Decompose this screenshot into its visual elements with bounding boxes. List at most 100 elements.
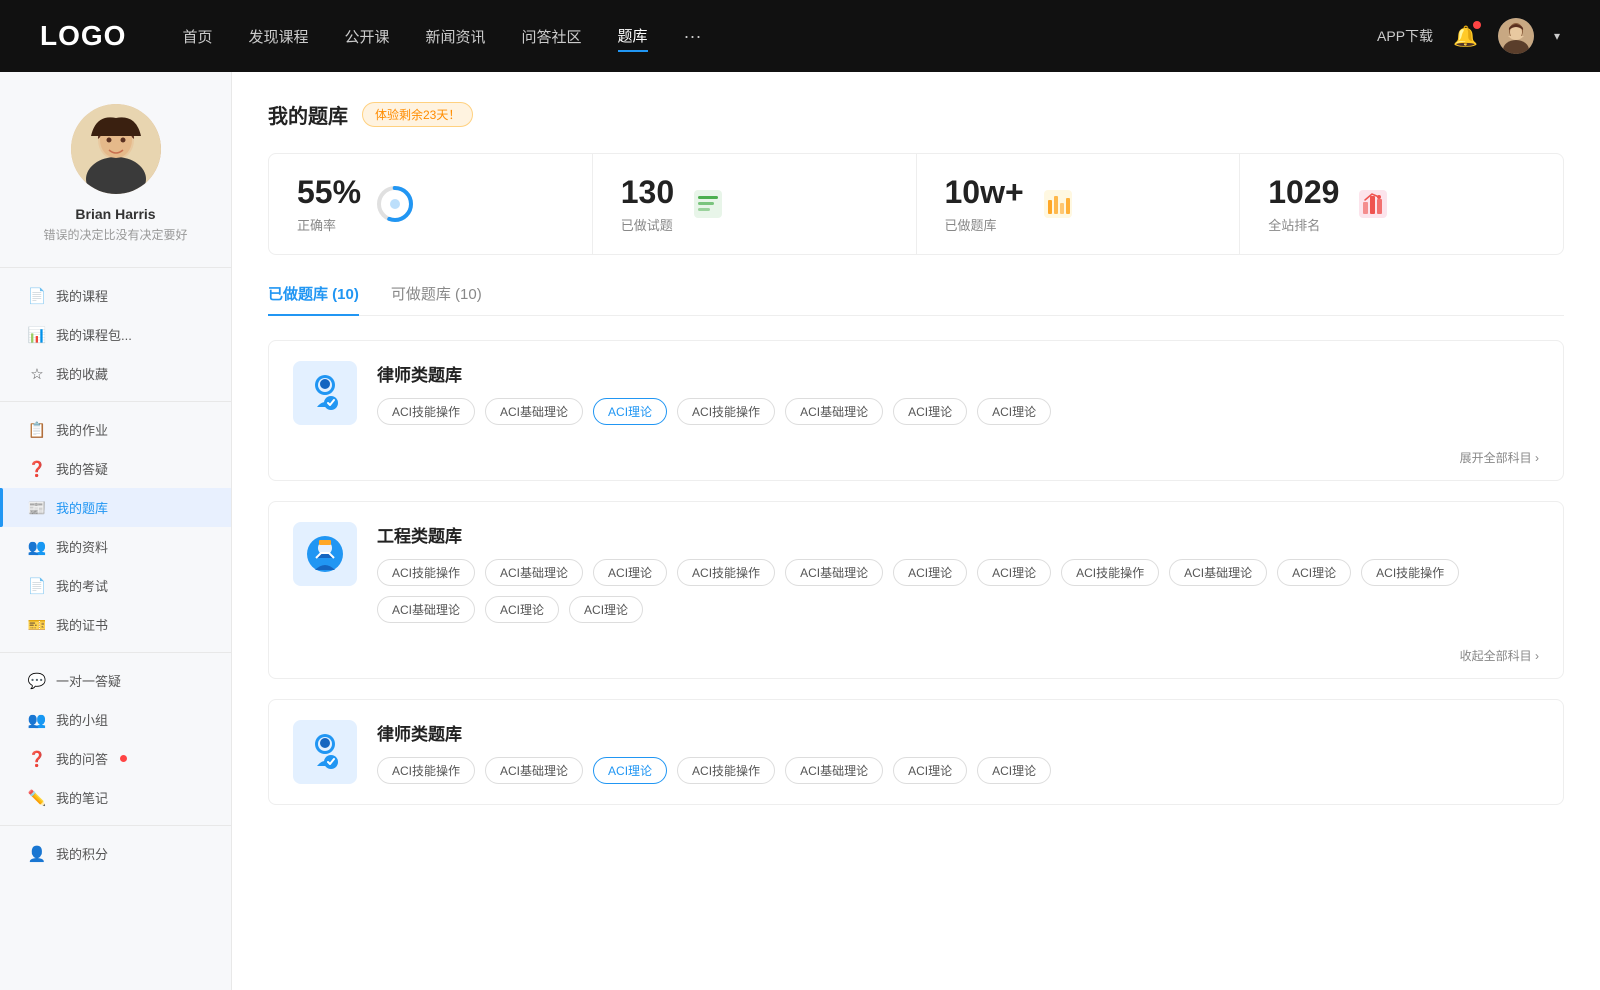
qbank-1-tag-5[interactable]: ACI理论 (893, 559, 967, 586)
qbank-2-tag-2[interactable]: ACI理论 (593, 757, 667, 784)
stat-ranking: 1029 全站排名 (1240, 154, 1563, 254)
qbank-2-tag-5[interactable]: ACI理论 (893, 757, 967, 784)
main-layout: Brian Harris 错误的决定比没有决定要好 📄 我的课程 📊 我的课程包… (0, 72, 1600, 990)
qbank-1-tag-4[interactable]: ACI基础理论 (785, 559, 883, 586)
sidebar-item-1on1[interactable]: 💬 一对一答疑 (0, 661, 231, 700)
qbank-1-tag-1[interactable]: ACI基础理论 (485, 559, 583, 586)
qbank-1-tag-3[interactable]: ACI技能操作 (677, 559, 775, 586)
sidebar-item-my-course-label: 我的课程 (56, 286, 108, 305)
qbank-tags-0: ACI技能操作 ACI基础理论 ACI理论 ACI技能操作 ACI基础理论 AC… (377, 398, 1539, 425)
profile-avatar (71, 104, 161, 194)
navbar: LOGO 首页 发现课程 公开课 新闻资讯 问答社区 题库 ··· APP下载 … (0, 0, 1600, 72)
sidebar-divider-2 (0, 652, 231, 653)
qbank-1-tag-7[interactable]: ACI技能操作 (1061, 559, 1159, 586)
nav-qa[interactable]: 问答社区 (522, 22, 582, 51)
sidebar-item-qbank[interactable]: 📰 我的题库 (0, 488, 231, 527)
qbank-1-tag-2[interactable]: ACI理论 (593, 559, 667, 586)
stat-done-qbank: 10w+ 已做题库 (917, 154, 1241, 254)
qbank-2-tag-6[interactable]: ACI理论 (977, 757, 1051, 784)
logo[interactable]: LOGO (40, 20, 126, 52)
sidebar-item-homework[interactable]: 📋 我的作业 (0, 410, 231, 449)
qbank-1-tag-6[interactable]: ACI理论 (977, 559, 1051, 586)
sidebar-item-my-qa[interactable]: ❓ 我的问答 (0, 739, 231, 778)
stats-row: 55% 正确率 130 已做试题 (268, 153, 1564, 255)
qbank-2-tag-4[interactable]: ACI基础理论 (785, 757, 883, 784)
group-icon: 👥 (28, 711, 46, 729)
sidebar-item-qbank-label: 我的题库 (56, 498, 108, 517)
qbank-1-tag-11[interactable]: ACI基础理论 (377, 596, 475, 623)
qbank-2-tag-1[interactable]: ACI基础理论 (485, 757, 583, 784)
sidebar-item-favorites-label: 我的收藏 (56, 364, 108, 383)
certificate-icon: 🎫 (28, 616, 46, 634)
qbank-header-1: 工程类题库 ACI技能操作 ACI基础理论 ACI理论 ACI技能操作 ACI基… (269, 502, 1563, 643)
qbank-0-tag-0[interactable]: ACI技能操作 (377, 398, 475, 425)
tab-bar: 已做题库 (10) 可做题库 (10) (268, 283, 1564, 316)
qbank-1-tag-9[interactable]: ACI理论 (1277, 559, 1351, 586)
sidebar-item-certificate[interactable]: 🎫 我的证书 (0, 605, 231, 644)
qbank-2-tag-3[interactable]: ACI技能操作 (677, 757, 775, 784)
qbank-2-tag-0[interactable]: ACI技能操作 (377, 757, 475, 784)
user-avatar[interactable] (1498, 18, 1534, 54)
sidebar-item-points[interactable]: 👤 我的积分 (0, 834, 231, 873)
sidebar: Brian Harris 错误的决定比没有决定要好 📄 我的课程 📊 我的课程包… (0, 72, 232, 990)
sidebar-item-notes-label: 我的笔记 (56, 788, 108, 807)
sidebar-item-course-package-label: 我的课程包... (56, 325, 132, 344)
sidebar-item-my-qa-label: 我的问答 (56, 749, 108, 768)
qbank-header-0: 律师类题库 ACI技能操作 ACI基础理论 ACI理论 ACI技能操作 ACI基… (269, 341, 1563, 445)
qbank-1-tag-12[interactable]: ACI理论 (485, 596, 559, 623)
nav-open-course[interactable]: 公开课 (344, 22, 389, 51)
qbank-tags-1: ACI技能操作 ACI基础理论 ACI理论 ACI技能操作 ACI基础理论 AC… (377, 559, 1539, 623)
qbank-0-tag-1[interactable]: ACI基础理论 (485, 398, 583, 425)
sidebar-item-questions[interactable]: ❓ 我的答疑 (0, 449, 231, 488)
sidebar-item-notes[interactable]: ✏️ 我的笔记 (0, 778, 231, 817)
my-course-icon: 📄 (28, 287, 46, 305)
sidebar-item-my-course[interactable]: 📄 我的课程 (0, 276, 231, 315)
page-header: 我的题库 体验剩余23天！ (268, 100, 1564, 129)
qbank-0-tag-5[interactable]: ACI理论 (893, 398, 967, 425)
sidebar-item-materials[interactable]: 👥 我的资料 (0, 527, 231, 566)
sidebar-item-certificate-label: 我的证书 (56, 615, 108, 634)
nav-more[interactable]: ··· (684, 26, 702, 47)
qbank-name-1: 工程类题库 (377, 522, 1539, 547)
profile-name: Brian Harris (75, 206, 155, 222)
qbank-1-tag-10[interactable]: ACI技能操作 (1361, 559, 1459, 586)
sidebar-item-1on1-label: 一对一答疑 (56, 671, 121, 690)
qbank-info-0: 律师类题库 ACI技能操作 ACI基础理论 ACI理论 ACI技能操作 ACI基… (377, 361, 1539, 425)
sidebar-divider-top (0, 267, 231, 268)
qbank-name-2: 律师类题库 (377, 720, 1539, 745)
app-download-button[interactable]: APP下载 (1377, 26, 1433, 46)
qbank-1-collapse[interactable]: 收起全部科目 › (1460, 647, 1539, 664)
qbank-0-tag-4[interactable]: ACI基础理论 (785, 398, 883, 425)
qbank-icon-2 (293, 720, 357, 784)
favorites-icon: ☆ (28, 365, 46, 383)
qbank-1-tag-13[interactable]: ACI理论 (569, 596, 643, 623)
qbank-0-expand[interactable]: 展开全部科目 › (1460, 449, 1539, 466)
sidebar-item-exam[interactable]: 📄 我的考试 (0, 566, 231, 605)
homework-icon: 📋 (28, 421, 46, 439)
user-dropdown-arrow[interactable]: ▾ (1554, 29, 1560, 43)
tab-done[interactable]: 已做题库 (10) (268, 283, 359, 316)
stat-done-questions-label: 已做试题 (621, 215, 674, 234)
qbank-1-tag-0[interactable]: ACI技能操作 (377, 559, 475, 586)
nav-discover[interactable]: 发现课程 (248, 22, 308, 51)
qbank-0-tag-2[interactable]: ACI理论 (593, 398, 667, 425)
qbank-0-tag-6[interactable]: ACI理论 (977, 398, 1051, 425)
tab-available[interactable]: 可做题库 (10) (391, 283, 482, 316)
stat-accuracy-text: 55% 正确率 (297, 174, 361, 234)
sidebar-item-course-package[interactable]: 📊 我的课程包... (0, 315, 231, 354)
done-qbank-icon (1038, 184, 1078, 224)
sidebar-item-favorites[interactable]: ☆ 我的收藏 (0, 354, 231, 393)
stat-done-questions-value: 130 (621, 174, 674, 211)
qbank-info-2: 律师类题库 ACI技能操作 ACI基础理论 ACI理论 ACI技能操作 ACI基… (377, 720, 1539, 784)
course-package-icon: 📊 (28, 326, 46, 344)
notification-bell[interactable]: 🔔 (1453, 24, 1478, 49)
stat-done-qbank-value: 10w+ (945, 174, 1024, 211)
qbank-1-tag-8[interactable]: ACI基础理论 (1169, 559, 1267, 586)
nav-qbank[interactable]: 题库 (618, 21, 648, 52)
notes-icon: ✏️ (28, 789, 46, 807)
stat-ranking-value: 1029 (1268, 174, 1339, 211)
nav-home[interactable]: 首页 (182, 22, 212, 51)
sidebar-item-group[interactable]: 👥 我的小组 (0, 700, 231, 739)
qbank-0-tag-3[interactable]: ACI技能操作 (677, 398, 775, 425)
nav-news[interactable]: 新闻资讯 (426, 22, 486, 51)
